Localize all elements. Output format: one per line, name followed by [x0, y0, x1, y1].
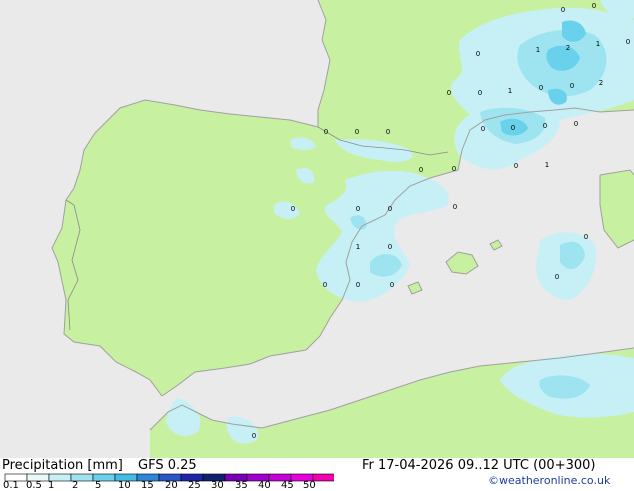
- station-value-label: 0: [324, 128, 328, 136]
- legend-tick-label: 35: [235, 480, 248, 491]
- station-value-label: 0: [584, 233, 588, 241]
- station-value-label: 0: [514, 162, 518, 170]
- station-value-label: 0: [419, 166, 423, 174]
- station-value-label: 0: [626, 38, 630, 46]
- legend-tick-label: 0.5: [26, 480, 42, 491]
- station-value-label: 0: [543, 122, 547, 130]
- station-value-label: 0: [452, 165, 456, 173]
- legend-tick-label: 30: [211, 480, 224, 491]
- station-value-label: 0: [390, 281, 394, 289]
- precipitation-map: 0 1 2 1 0 0 0 0 0 1 0 0 2 0 0 0 0 1 0 0 0 0 0 0 0 0 0 0 1 0 0 0 0 0 0 0: [0, 0, 634, 458]
- legend-tick-label: 25: [188, 480, 201, 491]
- station-value-label: 0: [388, 205, 392, 213]
- credit-link[interactable]: ©weatheronline.co.uk: [488, 474, 610, 487]
- station-value-label: 0: [356, 281, 360, 289]
- legend-tick-label: 15: [141, 480, 154, 491]
- valid-time: Fr 17-04-2026 09..12 UTC (00+300): [362, 458, 596, 473]
- station-value-label: 0: [478, 89, 482, 97]
- station-value-label: 0: [453, 203, 457, 211]
- station-value-label: 1: [356, 243, 360, 251]
- station-value-label: 1: [508, 87, 512, 95]
- station-value-label: 0: [481, 125, 485, 133]
- legend-tick-label: 1: [48, 480, 55, 491]
- station-value-label: 0: [539, 84, 543, 92]
- station-value-label: 1: [536, 46, 540, 54]
- station-value-label: 0: [447, 89, 451, 97]
- legend-tick-label: 2: [72, 480, 79, 491]
- legend-tick-label: 40: [258, 480, 271, 491]
- model-name: GFS 0.25: [138, 458, 197, 473]
- station-value-label: 0: [570, 82, 574, 90]
- station-value-label: 0: [355, 128, 359, 136]
- legend-swatch: [312, 473, 334, 482]
- legend-tick-label: 5: [95, 480, 102, 491]
- station-value-label: 0: [386, 128, 390, 136]
- station-value-label: 0: [592, 2, 596, 10]
- station-value-label: 0: [323, 281, 327, 289]
- station-value-label: 0: [252, 432, 256, 440]
- legend-tick-label: 20: [165, 480, 178, 491]
- station-value-label: 0: [476, 50, 480, 58]
- station-value-label: 0: [388, 243, 392, 251]
- legend-tick-label: 10: [118, 480, 131, 491]
- station-value-label: 0: [574, 120, 578, 128]
- legend-tick-label: 45: [281, 480, 294, 491]
- station-value-label: 0: [561, 6, 565, 14]
- station-value-label: 0: [511, 124, 515, 132]
- station-value-label: 0: [291, 205, 295, 213]
- product-title: Precipitation [mm]: [2, 458, 123, 473]
- station-value-label: 1: [596, 40, 600, 48]
- station-value-label: 2: [566, 44, 570, 52]
- station-value-label: 0: [356, 205, 360, 213]
- station-value-label: 2: [599, 79, 603, 87]
- station-value-label: 0: [555, 273, 559, 281]
- station-value-label: 1: [545, 161, 549, 169]
- legend-tick-label: 50: [303, 480, 316, 491]
- legend-tick-label: 0.1: [3, 480, 19, 491]
